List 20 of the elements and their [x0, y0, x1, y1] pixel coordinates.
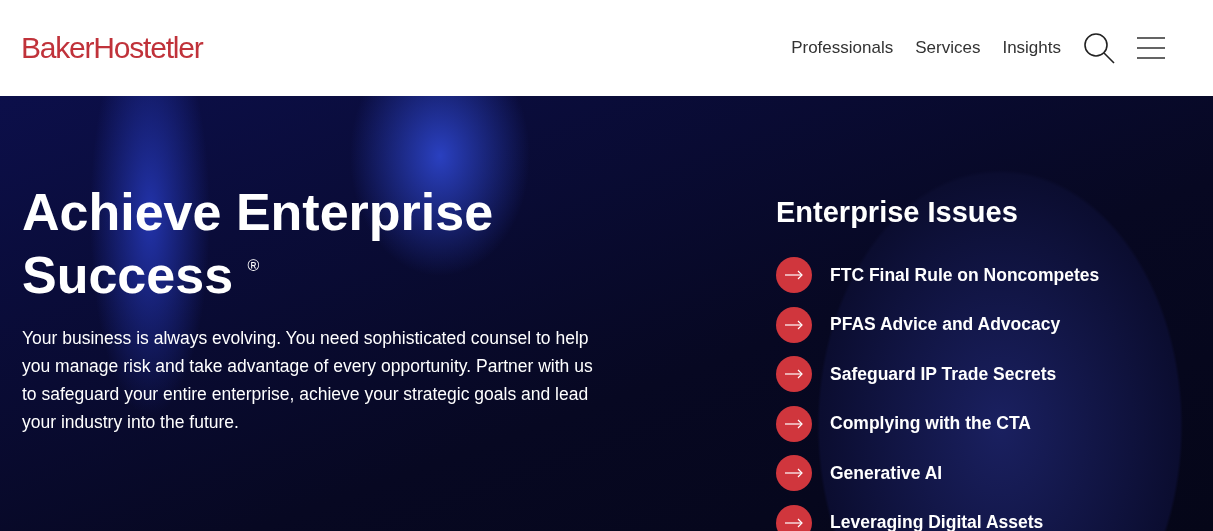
nav-link[interactable]: Services — [915, 38, 981, 58]
issue-link[interactable]: Complying with the CTA — [830, 413, 1031, 434]
hero-title: Achieve Enterprise Success $^{®}$ — [22, 186, 495, 302]
menu-icon[interactable] — [1137, 37, 1165, 59]
nav-link[interactable]: Insights — [1002, 38, 1061, 58]
issue-link[interactable]: PFAS Advice and Advocacy — [830, 314, 1061, 335]
nav-link[interactable]: Professionals — [791, 38, 894, 58]
issue-link[interactable]: Leveraging Digital Assets — [830, 512, 1044, 531]
logo-wordmark[interactable]: BakerHostetler — [21, 31, 203, 65]
hero-description: Your business is always evolving. You need sophisticated counsel to help you manage risk and take advantage of every opportunity. Partner with us to safeguard your entire enterprise, achieve your strategic goals and lead your industry into the future. — [22, 327, 594, 434]
arrow-circle-icon[interactable] — [776, 257, 812, 293]
arrow-circle-icon[interactable] — [776, 356, 812, 392]
search-icon[interactable] — [1083, 32, 1115, 64]
issue-link[interactable]: Safeguard IP Trade Secrets — [830, 363, 1057, 385]
arrow-circle-icon[interactable] — [776, 405, 812, 442]
section-heading: Enterprise Issues — [776, 196, 1019, 229]
arrow-circle-icon[interactable] — [776, 306, 812, 343]
issue-link[interactable]: Generative AI — [830, 462, 943, 484]
arrow-circle-icon[interactable] — [776, 455, 812, 491]
issue-link[interactable]: FTC Final Rule on Noncompetes — [830, 264, 1100, 286]
